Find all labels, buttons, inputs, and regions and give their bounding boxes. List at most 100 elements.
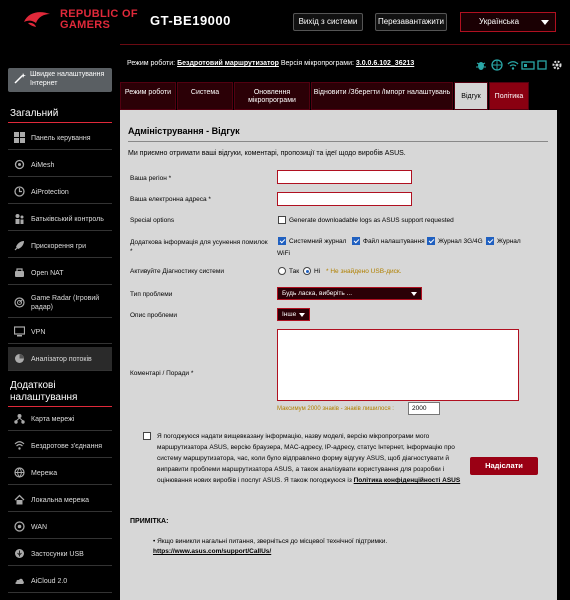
bug-icon[interactable] [475, 59, 487, 71]
diagnostics-yes-radio[interactable] [278, 267, 286, 275]
generate-logs-checkbox[interactable] [278, 216, 286, 224]
sidebar-item-usb-apps[interactable]: Застосунки USB [8, 542, 112, 566]
sidebar-item-network[interactable]: Мережа [8, 461, 112, 485]
section-general-title: Загальний [10, 108, 59, 119]
usb-status-icon[interactable] [521, 60, 535, 71]
syslog-checkbox[interactable] [278, 237, 286, 245]
sidebar-item-open-nat[interactable]: Open NAT [8, 261, 112, 285]
quick-setup-label: Швидке налаштування Інтернет [30, 71, 105, 87]
extra-info-label: Додаткова інформація для усунення помило… [130, 239, 268, 255]
quick-setup-button[interactable]: Швидке налаштування Інтернет [8, 68, 112, 92]
sidebar-item-label: Застосунки USB [31, 551, 84, 558]
section-advanced-title: Додаткові налаштування [10, 380, 78, 403]
sidebar-item-game-radar[interactable]: Game Radar (Ігровий радар) [8, 288, 112, 318]
usb-icon [15, 549, 24, 558]
comment-label: Коментарі / Поради * [130, 370, 194, 377]
privacy-policy-link[interactable]: Політика конфіденційності ASUS [354, 477, 461, 484]
sidebar-item-wan[interactable]: WAN [8, 515, 112, 539]
sidebar: Швидке налаштування Інтернет Загальний П… [0, 44, 115, 600]
tab-bar: Режим роботи Система Оновлення мікропрог… [120, 82, 530, 110]
sidebar-item-label: AiMesh [31, 162, 55, 169]
mode-label: Режим роботи: [127, 60, 176, 67]
section-general-divider [8, 122, 112, 123]
config-file-text: Файл налаштування [363, 238, 425, 245]
sidebar-item-vpn[interactable]: VPN [8, 320, 112, 344]
status-line: Режим роботи: Бездротовий маршрутизатор … [127, 60, 414, 67]
cloud-icon [15, 578, 24, 584]
sidebar-item-parental-control[interactable]: Батьківський контроль [8, 207, 112, 231]
sidebar-item-label: VPN [31, 329, 46, 336]
form-description: Ми приємно отримати ваші відгуки, комент… [128, 150, 406, 157]
language-value: Українська [479, 17, 520, 26]
wifi-log-text-2: WiFi [277, 250, 290, 257]
sidebar-item-game-boost[interactable]: Прискорення гри [8, 234, 112, 258]
globe-status-icon[interactable] [491, 59, 503, 71]
tab-firmware-upgrade[interactable]: Оновлення мікропрограми [234, 82, 310, 110]
submit-button[interactable]: Надіслати [470, 457, 538, 475]
diagnostics-no-radio[interactable] [303, 267, 311, 275]
top-bar: REPUBLIC OF GAMERS GT-BE19000 Вихід з си… [0, 0, 570, 44]
tab-feedback[interactable]: Відгук [454, 82, 488, 110]
sidebar-item-traffic-analyzer[interactable]: Аналізатор потоків [8, 347, 112, 371]
tab-system[interactable]: Система [177, 82, 233, 110]
sidebar-item-label: AiProtection [31, 189, 69, 196]
usb-not-found-note: * Не знайдено USB-диск. [326, 268, 402, 275]
analyzer-icon [15, 354, 24, 363]
sidebar-item-label: Мережа [31, 470, 58, 477]
sidebar-item-aimesh[interactable]: AiMesh [8, 153, 112, 177]
sidebar-item-dashboard[interactable]: Панель керування [8, 126, 112, 150]
problem-type-select[interactable]: Будь ласка, виберіть ... [277, 287, 422, 300]
wifi-log-checkbox[interactable] [486, 237, 494, 245]
sidebar-item-label: WAN [31, 524, 48, 531]
dashboard-icon [14, 132, 25, 143]
support-link[interactable]: https://www.asus.com/support/CallUs/ [153, 548, 271, 555]
sidebar-item-label: Панель керування [31, 135, 91, 142]
router-admin-page: REPUBLIC OF GAMERS GT-BE19000 Вихід з си… [0, 0, 570, 600]
home-icon [14, 494, 25, 505]
sidebar-item-label: Open NAT [31, 270, 64, 277]
language-select[interactable]: Українська [460, 12, 556, 32]
sidebar-item-wireless[interactable]: Бездротове з'єднання [8, 434, 112, 458]
wifi-status-icon[interactable] [507, 59, 519, 71]
usb-status-icon-2[interactable] [537, 60, 547, 70]
note-text-body: Якщо виникли нагальні питання, звернітьс… [157, 538, 388, 545]
comment-textarea[interactable] [277, 329, 519, 401]
sidebar-item-label: Батьківський контроль [31, 216, 104, 223]
problem-type-label: Тип проблеми [130, 291, 173, 298]
wifi-icon [14, 441, 25, 450]
log-3g4g-checkbox[interactable] [427, 237, 435, 245]
special-options-label: Special options [130, 217, 175, 224]
generate-logs-text: Generate downloadable logs as ASUS suppo… [289, 217, 454, 224]
tab-policy[interactable]: Політика [489, 82, 529, 110]
model-name: GT-BE19000 [150, 13, 231, 28]
agree-checkbox[interactable] [143, 432, 151, 440]
feedback-form-panel: Адміністрування - Відгук Ми приємно отри… [120, 110, 557, 600]
email-input[interactable] [277, 192, 412, 206]
tab-restore-save[interactable]: Відновити /Зберегти /Імпорт налаштувань [311, 82, 453, 110]
title-divider [128, 141, 548, 142]
sidebar-item-label: Аналізатор потоків [31, 356, 92, 363]
tab-operation-mode[interactable]: Режим роботи [120, 82, 176, 110]
config-file-checkbox[interactable] [352, 237, 360, 245]
sidebar-item-label: AiCloud 2.0 [31, 578, 68, 585]
sidebar-item-lan[interactable]: Локальна мережа [8, 488, 112, 512]
logout-button[interactable]: Вихід з системи [293, 13, 363, 31]
map-icon [14, 414, 25, 424]
sidebar-item-label: Прискорення гри [31, 243, 86, 250]
email-label: Ваша електронна адреса * [130, 196, 211, 203]
problem-desc-select[interactable]: Інше [277, 308, 310, 321]
firmware-value-link[interactable]: 3.0.0.6.102_36213 [356, 60, 414, 67]
mode-value-link[interactable]: Бездротовий маршрутизатор [177, 60, 279, 67]
sidebar-item-aicloud[interactable]: AiCloud 2.0 [8, 569, 112, 593]
chevron-down-icon [299, 313, 305, 317]
region-input[interactable] [277, 170, 412, 184]
sidebar-item-label: Локальна мережа [31, 497, 90, 504]
wand-icon [14, 73, 26, 84]
reboot-button[interactable]: Перезавантажити [375, 13, 447, 31]
sidebar-item-aiprotection[interactable]: AiProtection [8, 180, 112, 204]
gear-icon[interactable] [551, 59, 563, 71]
sidebar-item-network-map[interactable]: Карта мережі [8, 407, 112, 431]
radar-icon [14, 297, 25, 308]
diagnostics-yes-text: Так [289, 268, 300, 275]
mesh-icon [14, 159, 25, 170]
